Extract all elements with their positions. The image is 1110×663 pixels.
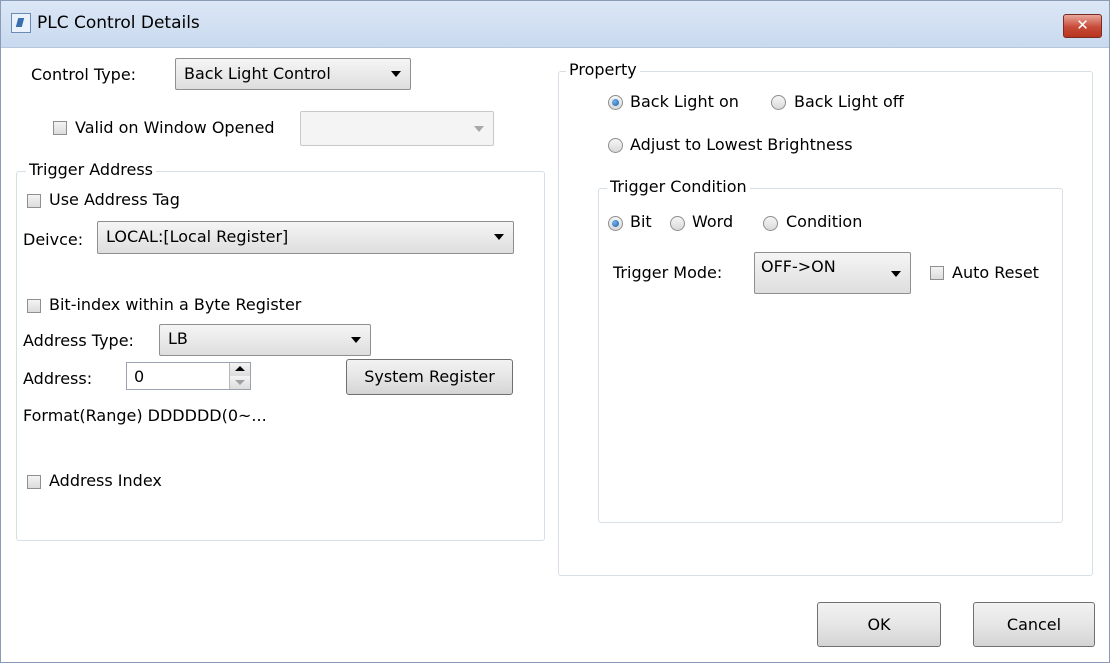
trigger-mode-label: Trigger Mode: bbox=[613, 263, 723, 282]
trigger-condition-title: Trigger Condition bbox=[607, 177, 750, 196]
device-select[interactable]: LOCAL:[Local Register] bbox=[97, 221, 514, 254]
address-index-label: Address Index bbox=[49, 471, 162, 490]
bit-label: Bit bbox=[630, 212, 652, 231]
system-register-button[interactable]: System Register bbox=[346, 359, 513, 395]
spin-down-button[interactable] bbox=[229, 376, 250, 389]
address-type-select[interactable]: LB bbox=[159, 324, 371, 356]
address-index-checkbox[interactable] bbox=[27, 475, 41, 489]
device-value: LOCAL:[Local Register] bbox=[106, 227, 289, 246]
title-bar: PLC Control Details ✕ bbox=[1, 1, 1109, 48]
valid-on-window-opened-label: Valid on Window Opened bbox=[75, 118, 275, 137]
trigger-address-title: Trigger Address bbox=[26, 160, 156, 179]
use-address-tag-label: Use Address Tag bbox=[49, 190, 180, 209]
use-address-tag-checkbox[interactable] bbox=[27, 194, 41, 208]
control-type-label: Control Type: bbox=[31, 65, 137, 84]
word-radio[interactable] bbox=[670, 216, 685, 231]
spin-up-icon bbox=[235, 366, 245, 371]
property-title: Property bbox=[566, 60, 640, 79]
back-light-on-radio[interactable] bbox=[608, 95, 623, 110]
device-label: Deivce: bbox=[23, 230, 84, 249]
spin-up-button[interactable] bbox=[229, 363, 250, 377]
bit-radio[interactable] bbox=[608, 216, 623, 231]
back-light-on-label: Back Light on bbox=[630, 92, 739, 111]
valid-on-window-opened-checkbox[interactable] bbox=[53, 121, 67, 135]
dropdown-arrow-icon bbox=[494, 234, 504, 240]
ok-button[interactable]: OK bbox=[817, 602, 941, 647]
control-type-value: Back Light Control bbox=[184, 64, 331, 83]
close-button[interactable]: ✕ bbox=[1063, 14, 1102, 38]
window-select[interactable] bbox=[300, 111, 494, 146]
trigger-mode-select[interactable]: OFF->ON bbox=[754, 252, 911, 294]
bit-index-label: Bit-index within a Byte Register bbox=[49, 295, 302, 314]
trigger-mode-value: OFF->ON bbox=[761, 257, 836, 276]
word-label: Word bbox=[692, 212, 734, 231]
address-type-label: Address Type: bbox=[23, 331, 134, 350]
adjust-lowest-brightness-label: Adjust to Lowest Brightness bbox=[630, 135, 853, 154]
condition-label: Condition bbox=[786, 212, 863, 231]
format-range-text: Format(Range) DDDDDD(0~... bbox=[23, 406, 267, 425]
dropdown-arrow-icon bbox=[351, 337, 361, 343]
spin-down-icon bbox=[235, 380, 245, 385]
adjust-lowest-brightness-radio[interactable] bbox=[608, 138, 623, 153]
window-title: PLC Control Details bbox=[37, 13, 200, 33]
dropdown-arrow-icon bbox=[891, 271, 901, 277]
bit-index-checkbox[interactable] bbox=[27, 299, 41, 313]
address-type-value: LB bbox=[168, 329, 188, 348]
condition-radio[interactable] bbox=[763, 216, 778, 231]
control-type-select[interactable]: Back Light Control bbox=[175, 58, 411, 90]
address-value: 0 bbox=[134, 367, 145, 386]
dropdown-arrow-icon bbox=[474, 126, 484, 132]
auto-reset-checkbox[interactable] bbox=[930, 266, 944, 280]
back-light-off-radio[interactable] bbox=[771, 95, 786, 110]
dropdown-arrow-icon bbox=[391, 71, 401, 77]
address-label: Address: bbox=[23, 369, 93, 388]
plc-control-dialog: PLC Control Details ✕ Control Type: Back… bbox=[0, 0, 1110, 663]
close-icon: ✕ bbox=[1076, 16, 1089, 34]
auto-reset-label: Auto Reset bbox=[952, 263, 1039, 282]
app-icon bbox=[11, 13, 31, 33]
trigger-condition-group bbox=[598, 188, 1063, 523]
cancel-button[interactable]: Cancel bbox=[973, 602, 1095, 647]
back-light-off-label: Back Light off bbox=[794, 92, 904, 111]
address-stepper[interactable]: 0 bbox=[126, 362, 251, 390]
